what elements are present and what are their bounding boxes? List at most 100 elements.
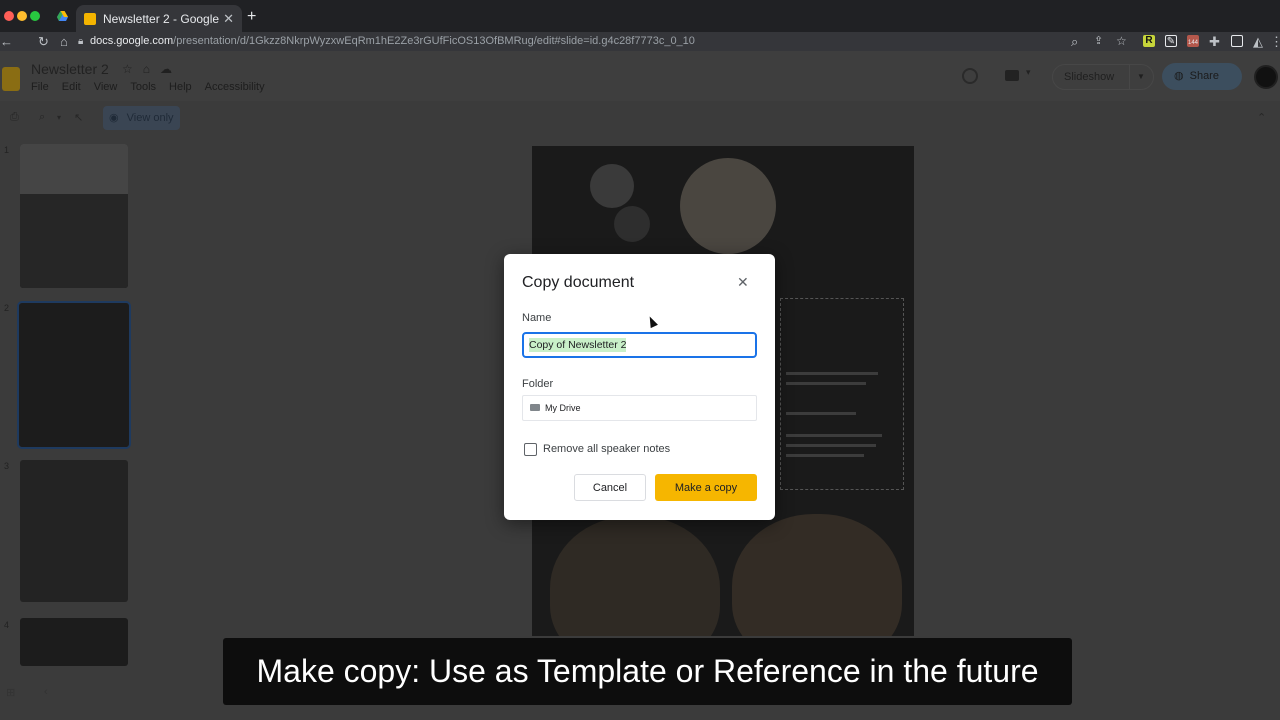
menu-bar: File Edit View Tools Help Accessibility bbox=[31, 81, 265, 93]
star-icon[interactable]: ☆ bbox=[122, 62, 143, 76]
document-title[interactable]: Newsletter 2 bbox=[31, 61, 109, 77]
slide-photo bbox=[732, 514, 902, 636]
app-header: Newsletter 2 ☆⌂☁ File Edit View Tools He… bbox=[0, 51, 1280, 101]
slide-text-line bbox=[786, 444, 876, 447]
slides-favicon-icon bbox=[84, 12, 96, 25]
extension-r-icon[interactable]: R bbox=[1143, 35, 1155, 47]
slideshow-label: Slideshow bbox=[1064, 71, 1115, 83]
slide-photo bbox=[680, 158, 776, 254]
zoom-icon[interactable]: ⌕ bbox=[1071, 32, 1078, 51]
slideshow-divider bbox=[1129, 65, 1130, 89]
cloud-status-icon[interactable]: ☁ bbox=[160, 62, 182, 76]
reload-icon[interactable]: ↻ bbox=[38, 32, 49, 51]
browser-tab-bar: Newsletter 2 - Google Slides ✕ + bbox=[0, 0, 1280, 32]
close-window-button[interactable] bbox=[4, 11, 14, 21]
folder-value: My Drive bbox=[545, 403, 581, 413]
zoom-dropdown-icon[interactable]: ▾ bbox=[57, 113, 61, 122]
menu-help[interactable]: Help bbox=[169, 81, 192, 93]
menu-tools[interactable]: Tools bbox=[130, 81, 156, 93]
share-page-icon[interactable]: ⇪ bbox=[1094, 32, 1103, 51]
back-icon[interactable]: ← bbox=[0, 32, 13, 51]
avatar[interactable] bbox=[1254, 65, 1278, 89]
slide-text-line bbox=[786, 434, 882, 437]
share-button[interactable]: ◍ Share bbox=[1162, 63, 1242, 90]
folder-picker[interactable]: My Drive bbox=[522, 395, 757, 421]
maximize-window-button[interactable] bbox=[30, 11, 40, 21]
slideshow-button[interactable]: Slideshow ▼ bbox=[1052, 64, 1154, 90]
close-tab-icon[interactable]: ✕ bbox=[223, 11, 234, 27]
slide-photo bbox=[614, 206, 650, 242]
remove-speaker-notes-label[interactable]: Remove all speaker notes bbox=[543, 443, 670, 455]
browser-tab-active[interactable]: Newsletter 2 - Google Slides ✕ bbox=[76, 5, 242, 32]
close-icon[interactable]: ✕ bbox=[737, 274, 749, 291]
meet-dropdown-icon[interactable]: ▾ bbox=[1026, 67, 1031, 78]
extensions-puzzle-icon[interactable]: ✚ bbox=[1209, 32, 1220, 51]
slide-photo bbox=[550, 516, 720, 636]
slideshow-dropdown-icon[interactable]: ▼ bbox=[1137, 65, 1145, 89]
slide-filmstrip: 1 2 3 4 bbox=[0, 135, 148, 720]
slide-number: 2 bbox=[4, 303, 10, 313]
menu-edit[interactable]: Edit bbox=[62, 81, 81, 93]
extension-edit-icon[interactable]: ✎ bbox=[1165, 35, 1177, 47]
toolbar: ⎙ ⌕ ▾ ↖ ◉ View only ⌃ bbox=[0, 101, 1280, 135]
slides-logo-icon[interactable] bbox=[2, 67, 20, 91]
browser-menu-icon[interactable]: ⋮ bbox=[1270, 32, 1280, 51]
collapse-filmstrip-icon[interactable]: ‹ bbox=[44, 686, 48, 698]
slide-number: 1 bbox=[4, 145, 10, 155]
print-icon[interactable]: ⎙ bbox=[10, 111, 19, 124]
url-host: docs.google.com bbox=[90, 35, 174, 47]
slide-text-line bbox=[786, 372, 878, 375]
remove-speaker-notes-checkbox[interactable] bbox=[524, 443, 537, 456]
google-drive-icon[interactable] bbox=[57, 11, 68, 21]
folder-label: Folder bbox=[522, 378, 554, 390]
view-only-chip[interactable]: ◉ View only bbox=[103, 106, 180, 130]
thumb-text-area bbox=[20, 144, 128, 194]
dialog-title: Copy document bbox=[522, 274, 635, 291]
zoom-icon[interactable]: ⌕ bbox=[39, 111, 45, 124]
version-history-icon[interactable] bbox=[962, 68, 978, 84]
slide-thumbnail-4[interactable] bbox=[20, 618, 128, 666]
slide-number: 3 bbox=[4, 461, 10, 471]
slide-number: 4 bbox=[4, 620, 10, 630]
thumb-image-area bbox=[20, 618, 128, 666]
make-a-copy-button[interactable]: Make a copy bbox=[655, 474, 757, 501]
slide-text-line bbox=[786, 454, 864, 457]
address-bar-row: ← ↻ ⌂ 🔒︎ docs.google.com/presentation/d/… bbox=[0, 32, 1280, 51]
folder-icon bbox=[530, 403, 540, 411]
slide-thumbnail-1[interactable] bbox=[20, 144, 128, 288]
url-path: /presentation/d/1Gkzz8NkrpWyzxwEqRm1hE2Z… bbox=[173, 35, 695, 47]
thumb-image-area bbox=[20, 460, 128, 602]
slide-thumbnail-2[interactable] bbox=[17, 301, 131, 449]
name-input-value: Copy of Newsletter 2 bbox=[529, 338, 627, 352]
grid-view-icon[interactable]: ⊞ bbox=[6, 686, 15, 699]
name-input[interactable]: Copy of Newsletter 2 bbox=[522, 332, 757, 358]
slide-text-line bbox=[786, 412, 856, 415]
home-icon[interactable]: ⌂ bbox=[60, 32, 68, 51]
url-field[interactable]: docs.google.com/presentation/d/1Gkzz8Nkr… bbox=[90, 32, 695, 51]
menu-view[interactable]: View bbox=[94, 81, 118, 93]
slide-text-box bbox=[780, 298, 904, 490]
sidepanel-icon[interactable] bbox=[1231, 35, 1243, 47]
view-only-label: View only bbox=[126, 112, 174, 124]
video-caption: Make copy: Use as Template or Reference … bbox=[223, 638, 1072, 705]
slide-text-line bbox=[786, 382, 866, 385]
slide-thumbnail-3[interactable] bbox=[20, 460, 128, 602]
select-cursor-icon[interactable]: ↖ bbox=[74, 111, 83, 124]
thumb-image-area bbox=[19, 303, 129, 447]
minimize-window-button[interactable] bbox=[17, 11, 27, 21]
menu-accessibility[interactable]: Accessibility bbox=[205, 81, 265, 93]
meet-icon[interactable] bbox=[1005, 70, 1019, 81]
copy-document-dialog: Copy document ✕ Name Copy of Newsletter … bbox=[504, 254, 775, 520]
collapse-toolbar-icon[interactable]: ⌃ bbox=[1257, 111, 1266, 124]
bookmark-star-icon[interactable]: ☆ bbox=[1116, 32, 1127, 51]
lock-icon[interactable]: 🔒︎ bbox=[78, 32, 83, 51]
extension-badge[interactable]: 144 bbox=[1187, 35, 1199, 47]
title-icons: ☆⌂☁ bbox=[122, 62, 182, 76]
move-icon[interactable]: ⌂ bbox=[143, 62, 160, 76]
slide-photo bbox=[590, 164, 634, 208]
new-tab-icon[interactable]: + bbox=[247, 8, 256, 26]
profile-icon[interactable]: ◭ bbox=[1253, 32, 1263, 51]
menu-file[interactable]: File bbox=[31, 81, 49, 93]
share-label: Share bbox=[1189, 70, 1219, 82]
cancel-button[interactable]: Cancel bbox=[574, 474, 646, 501]
